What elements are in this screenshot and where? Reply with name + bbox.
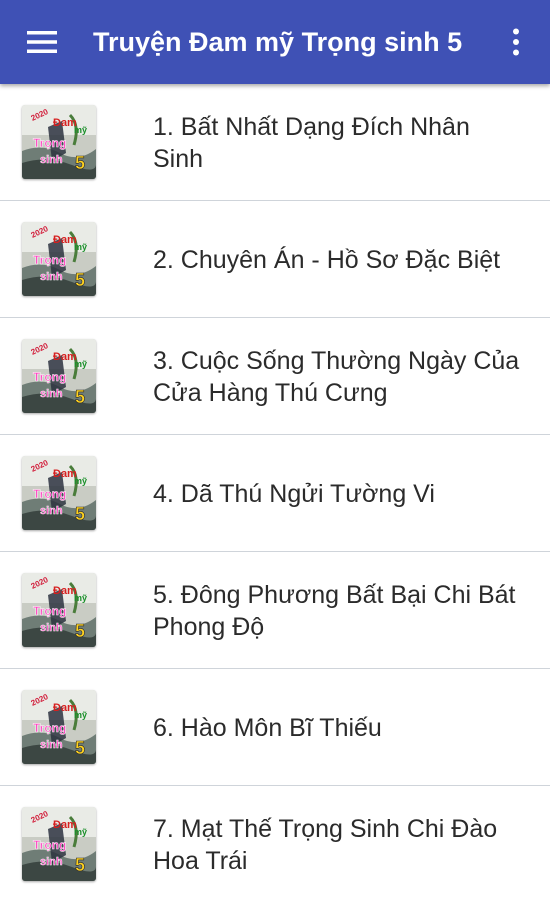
app-title: Truyện Đam mỹ Trọng sinh 5: [93, 27, 463, 57]
thumbnail-text-line3: Trọng: [33, 487, 66, 501]
thumbnail-text-line2: mỹ: [74, 827, 87, 837]
story-list-item[interactable]: 2020 Đam mỹ Trọng sinh 5 1. Bất Nhất Dạn…: [0, 84, 550, 201]
story-thumbnail: 2020 Đam mỹ Trọng sinh 5: [22, 222, 96, 296]
book-cover-image: 2020 Đam mỹ Trọng sinh 5: [22, 456, 96, 530]
menu-icon: [27, 31, 57, 53]
thumbnail-text-line3: Trọng: [33, 136, 66, 150]
thumbnail-text-number: 5: [75, 153, 85, 173]
book-cover-image: 2020 Đam mỹ Trọng sinh 5: [22, 690, 96, 764]
story-title: 2. Chuyên Án - Hồ Sơ Đặc Biệt: [153, 245, 501, 274]
book-cover-image: 2020 Đam mỹ Trọng sinh 5: [22, 807, 96, 881]
story-title: 3. Cuộc Sống Thường Ngày Của Cửa Hàng Th…: [153, 346, 520, 407]
thumbnail-text-line2: mỹ: [74, 476, 87, 486]
thumbnail-text-number: 5: [75, 738, 85, 758]
book-cover-image: 2020 Đam mỹ Trọng sinh 5: [22, 222, 96, 296]
story-thumbnail: 2020 Đam mỹ Trọng sinh 5: [22, 456, 96, 530]
thumbnail-text-line2: mỹ: [74, 242, 87, 252]
thumbnail-text-number: 5: [75, 387, 85, 407]
book-cover-image: 2020 Đam mỹ Trọng sinh 5: [22, 339, 96, 413]
more-options-button[interactable]: [498, 22, 534, 62]
thumbnail-text-line3: Trọng: [33, 604, 66, 618]
story-thumbnail: 2020 Đam mỹ Trọng sinh 5: [22, 573, 96, 647]
story-thumbnail: 2020 Đam mỹ Trọng sinh 5: [22, 105, 96, 179]
story-thumbnail: 2020 Đam mỹ Trọng sinh 5: [22, 807, 96, 881]
thumbnail-text-line3: Trọng: [33, 253, 66, 267]
thumbnail-text-line4: sinh: [40, 856, 63, 868]
thumbnail-text-number: 5: [75, 270, 85, 290]
thumbnail-text-line4: sinh: [40, 271, 63, 283]
thumbnail-text-line4: sinh: [40, 388, 63, 400]
story-list-item[interactable]: 2020 Đam mỹ Trọng sinh 5 3. Cuộc Sống Th…: [0, 318, 550, 435]
app-bar: Truyện Đam mỹ Trọng sinh 5: [0, 0, 550, 84]
story-title: 5. Đông Phương Bất Bại Chi Bát Phong Độ: [153, 580, 516, 641]
story-list-item[interactable]: 2020 Đam mỹ Trọng sinh 5 6. Hào Môn Bĩ T…: [0, 669, 550, 786]
story-list-item[interactable]: 2020 Đam mỹ Trọng sinh 5 2. Chuyên Án - …: [0, 201, 550, 318]
thumbnail-text-line3: Trọng: [33, 838, 66, 852]
story-title: 4. Dã Thú Ngửi Tường Vi: [153, 479, 435, 508]
thumbnail-text-line2: mỹ: [74, 710, 87, 720]
story-title: 6. Hào Môn Bĩ Thiếu: [153, 713, 382, 742]
story-title: 1. Bất Nhất Dạng Đích Nhân Sinh: [153, 112, 470, 173]
story-list[interactable]: 2020 Đam mỹ Trọng sinh 5 1. Bất Nhất Dạn…: [0, 84, 550, 900]
thumbnail-text-line4: sinh: [40, 622, 63, 634]
book-cover-image: 2020 Đam mỹ Trọng sinh 5: [22, 105, 96, 179]
thumbnail-text-line4: sinh: [40, 154, 63, 166]
thumbnail-text-line4: sinh: [40, 505, 63, 517]
thumbnail-text-number: 5: [75, 504, 85, 524]
thumbnail-text-number: 5: [75, 855, 85, 875]
thumbnail-text-line2: mỹ: [74, 359, 87, 369]
thumbnail-text-line4: sinh: [40, 739, 63, 751]
story-list-item[interactable]: 2020 Đam mỹ Trọng sinh 5 7. Mạt Thế Trọn…: [0, 786, 550, 900]
thumbnail-text-line2: mỹ: [74, 593, 87, 603]
menu-button[interactable]: [18, 22, 66, 62]
story-list-item[interactable]: 2020 Đam mỹ Trọng sinh 5 4. Dã Thú Ngửi …: [0, 435, 550, 552]
thumbnail-text-line3: Trọng: [33, 370, 66, 384]
book-cover-image: 2020 Đam mỹ Trọng sinh 5: [22, 573, 96, 647]
more-vert-icon: [513, 28, 519, 56]
story-thumbnail: 2020 Đam mỹ Trọng sinh 5: [22, 690, 96, 764]
story-title: 7. Mạt Thế Trọng Sinh Chi Đào Hoa Trái: [153, 814, 498, 875]
thumbnail-text-number: 5: [75, 621, 85, 641]
thumbnail-text-line3: Trọng: [33, 721, 66, 735]
story-list-item[interactable]: 2020 Đam mỹ Trọng sinh 5 5. Đông Phương …: [0, 552, 550, 669]
thumbnail-text-line2: mỹ: [74, 125, 87, 135]
story-thumbnail: 2020 Đam mỹ Trọng sinh 5: [22, 339, 96, 413]
